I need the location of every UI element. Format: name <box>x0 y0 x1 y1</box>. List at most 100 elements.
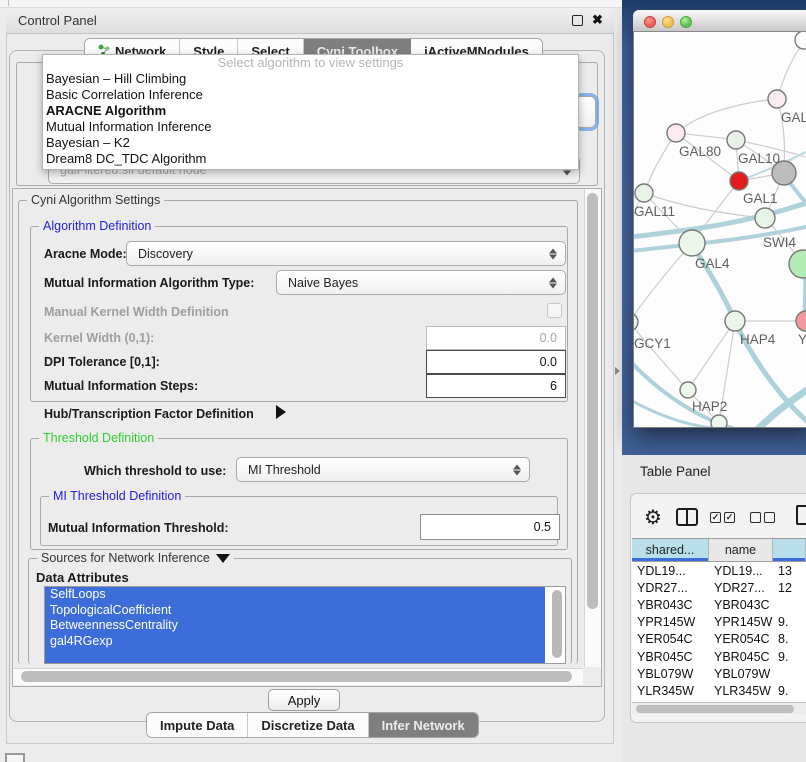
tab-infer-network[interactable]: Infer Network <box>369 713 478 737</box>
table-row[interactable]: YPR145WYPR145W9. <box>632 614 806 631</box>
clipped-corner-icon[interactable] <box>5 753 25 762</box>
window-minimize-icon[interactable] <box>662 16 674 28</box>
dropdown-item-5[interactable]: Dream8 DC_TDC Algorithm <box>43 151 578 167</box>
table-cell: YBR043C <box>709 598 773 612</box>
which-threshold-combobox[interactable]: MI Threshold <box>236 457 530 482</box>
network-window-titlebar[interactable] <box>633 10 806 32</box>
float-window-icon[interactable] <box>572 15 583 26</box>
network-edge[interactable] <box>676 99 777 133</box>
network-node-gal[interactable] <box>768 90 786 108</box>
table-row[interactable]: YDR27...YDR27...12 <box>632 579 806 596</box>
sources-group-title[interactable]: Sources for Network Inference <box>37 551 234 565</box>
table-row[interactable]: YBR043CYBR043C <box>632 596 806 613</box>
table-row[interactable]: YLR345WYLR345W9. <box>632 682 806 699</box>
table-hscrollbar-thumb[interactable] <box>636 705 794 713</box>
table-cell: YDL19... <box>709 564 773 578</box>
tab-impute-data[interactable]: Impute Data <box>147 713 248 737</box>
top-strip-tick <box>8 0 9 6</box>
network-node[interactable] <box>711 415 727 427</box>
hub-expand-icon[interactable] <box>276 405 286 419</box>
mi-threshold-definition-title: MI Threshold Definition <box>49 489 185 503</box>
network-edge[interactable] <box>634 243 692 322</box>
settings-gear-icon[interactable]: ⚙ <box>644 505 662 530</box>
manual-kernel-width-label: Manual Kernel Width Definition <box>44 305 229 319</box>
dpi-tolerance-field[interactable]: 0.0 <box>426 350 566 374</box>
aracne-mode-label: Aracne Mode: <box>44 247 127 261</box>
table-cell: 8. <box>773 632 806 646</box>
table-row[interactable]: YBL079WYBL079W <box>632 665 806 682</box>
aracne-mode-value: Discovery <box>138 247 193 261</box>
attribute-item-0[interactable]: SelfLoops <box>45 587 545 603</box>
attribute-item-2[interactable]: BetweennessCentrality <box>45 618 545 634</box>
network-node-swi4[interactable] <box>789 250 806 278</box>
tab-discretize-data[interactable]: Discretize Data <box>248 713 368 737</box>
panel-resize-handle-icon[interactable] <box>615 367 620 375</box>
network-node-label: SWI4 <box>763 235 796 250</box>
application-root: Control Panel ✖ NetworkStyleSelectCyni T… <box>0 0 806 762</box>
attribute-item-3[interactable]: gal4RGexp <box>45 634 545 650</box>
algorithm-dropdown-list: Select algorithm to view settings Bayesi… <box>42 54 579 170</box>
network-node-hap2[interactable] <box>680 382 696 398</box>
dropdown-item-3[interactable]: Mutual Information Inference <box>43 119 578 135</box>
column-header-name[interactable]: name <box>709 539 773 561</box>
column-header-shared...[interactable]: shared... <box>632 539 709 561</box>
table-panel-title: Table Panel <box>640 464 711 479</box>
deselect-all-checks-icon[interactable] <box>750 512 775 523</box>
network-node-gal4[interactable] <box>679 230 705 256</box>
table-row[interactable]: YBR045CYBR045C9. <box>632 648 806 665</box>
network-node-label: HAP4 <box>740 332 776 347</box>
network-node-gcy1[interactable] <box>634 313 638 331</box>
table-row[interactable]: YER054CYER054C8. <box>632 631 806 648</box>
network-edge[interactable] <box>644 133 676 193</box>
network-node-gal1[interactable] <box>730 172 748 190</box>
tab-label: Impute Data <box>160 718 234 733</box>
kernel-width-field[interactable]: 0.0 <box>426 326 566 350</box>
close-icon[interactable]: ✖ <box>592 12 603 28</box>
network-node[interactable] <box>755 208 775 228</box>
window-close-icon[interactable] <box>644 16 656 28</box>
cyni-algorithm-settings-title: Cyni Algorithm Settings <box>27 193 164 207</box>
network-node[interactable] <box>795 32 806 49</box>
network-node-label: HAP2 <box>692 399 727 414</box>
network-node-gal10[interactable] <box>727 131 745 149</box>
kernel-width-value: 0.0 <box>540 331 557 345</box>
data-attributes-list[interactable]: SelfLoopsTopologicalCoefficientBetweenne… <box>44 586 566 664</box>
window-zoom-icon[interactable] <box>680 16 692 28</box>
network-node-gal80[interactable] <box>667 124 685 142</box>
hub-definition-label[interactable]: Hub/Transcription Factor Definition <box>44 407 254 421</box>
dropdown-items: Bayesian – Hill ClimbingBasic Correlatio… <box>43 71 578 167</box>
control-panel-titlebar <box>6 8 614 34</box>
table-cell: YBR043C <box>632 598 709 612</box>
dropdown-item-0[interactable]: Bayesian – Hill Climbing <box>43 71 578 87</box>
network-node-hap4[interactable] <box>725 311 745 331</box>
network-graph[interactable]: GALGAL80GAL10GAL1GAL11GAL4SWI4GCY1HAP4YH… <box>634 32 806 427</box>
network-edge[interactable] <box>634 322 688 390</box>
select-all-checks-icon[interactable]: ✓✓ <box>710 512 735 523</box>
aracne-mode-combobox[interactable]: Discovery <box>126 241 566 266</box>
table-cell: YPR145W <box>632 615 709 629</box>
mi-steps-field[interactable]: 6 <box>426 374 566 398</box>
dropdown-item-1[interactable]: Basic Correlation Inference <box>43 87 578 103</box>
manual-kernel-width-checkbox[interactable] <box>547 303 562 318</box>
new-table-file-icon[interactable] <box>796 505 806 525</box>
table-horizontal-scrollbar[interactable] <box>632 702 806 714</box>
vertical-scrollbar-thumb[interactable] <box>587 193 598 609</box>
network-node-gal11[interactable] <box>635 184 653 202</box>
horizontal-scrollbar-thumb[interactable] <box>21 671 572 682</box>
network-edge[interactable] <box>688 321 735 390</box>
mi-threshold-field[interactable]: 0.5 <box>420 514 560 540</box>
split-columns-icon[interactable] <box>676 508 698 526</box>
attribute-item-1[interactable]: TopologicalCoefficient <box>45 603 545 619</box>
dpi-tolerance-label: DPI Tolerance [0,1]: <box>44 355 160 369</box>
top-strip <box>0 0 622 8</box>
mi-algorithm-type-combobox[interactable]: Naive Bayes <box>276 270 566 295</box>
network-node-y[interactable] <box>796 311 806 331</box>
network-node-label: GAL <box>781 110 806 125</box>
attributes-list-scrollbar-thumb[interactable] <box>552 590 562 658</box>
table-row[interactable]: YDL19...YDL19...13 <box>632 562 806 579</box>
apply-button[interactable]: Apply <box>268 689 340 711</box>
column-header-extra[interactable] <box>773 539 806 561</box>
dropdown-item-2[interactable]: ARACNE Algorithm <box>43 103 578 119</box>
table-cell: YDL19... <box>632 564 709 578</box>
dropdown-item-4[interactable]: Bayesian – K2 <box>43 135 578 151</box>
